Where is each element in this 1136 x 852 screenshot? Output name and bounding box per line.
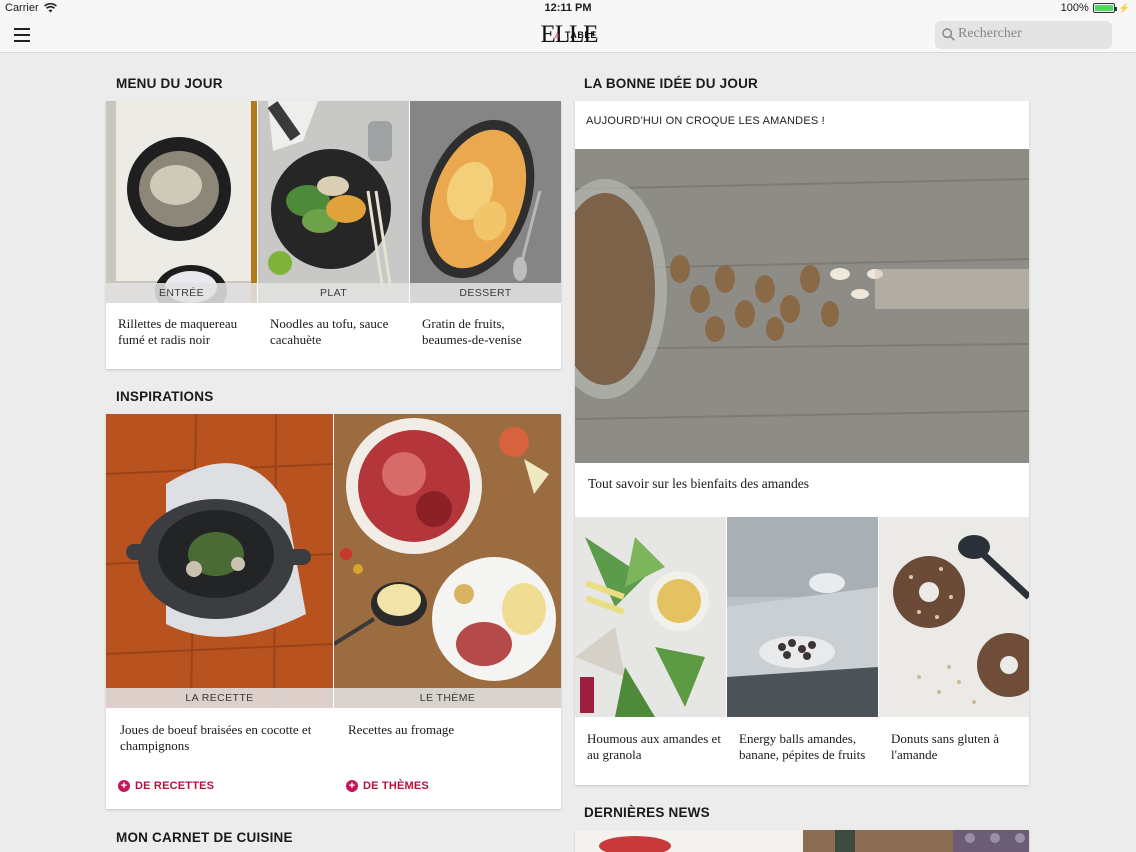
elle-a-table-logo[interactable]: ELLE à TABLE — [538, 21, 600, 48]
search-icon — [942, 28, 955, 41]
menu-du-jour-card: ENTRÉE Rillettes de maquereau fumé et ra… — [106, 101, 561, 369]
plus-circle-icon: + — [118, 780, 130, 792]
battery-level — [1094, 5, 1113, 11]
idee-item-energy-balls[interactable]: Energy balls amandes, banane, pépites de… — [727, 517, 878, 785]
more-recettes-link[interactable]: + DE RECETTES — [118, 780, 214, 792]
charging-icon: ⚡ — [1118, 2, 1130, 13]
recette-badge: LA RECETTE — [106, 688, 333, 708]
plat-caption: Noodles au tofu, sauce cacahuète — [270, 316, 389, 347]
recette-photo — [106, 414, 333, 708]
search-field[interactable] — [935, 21, 1112, 49]
more-recettes-label: DE RECETTES — [135, 780, 215, 792]
amandes-hero-photo — [575, 149, 1029, 463]
battery-percent: 100% — [1060, 2, 1089, 14]
inspiration-recette[interactable]: LA RECETTE Joues de boeuf braisées en co… — [106, 414, 333, 809]
logo-accent: à — [555, 31, 560, 40]
menu-item-plat[interactable]: PLAT Noodles au tofu, sauce cacahuète — [258, 101, 409, 369]
inspirations-title: INSPIRATIONS — [116, 389, 214, 404]
status-right: 100% ⚡ — [1061, 2, 1130, 14]
nav-bar: ELLE à TABLE — [0, 18, 1136, 53]
bonne-idee-card[interactable]: AUJOURD'HUI ON CROQUE LES AMANDES ! Tout… — [575, 101, 1029, 785]
theme-caption: Recettes au fromage — [348, 722, 455, 737]
dessert-photo — [410, 101, 561, 303]
plus-circle-icon: + — [346, 780, 358, 792]
news-title: DERNIÈRES NEWS — [584, 805, 710, 820]
dessert-caption: Gratin de fruits, beaumes-de-venise — [422, 316, 522, 347]
recette-caption: Joues de boeuf braisées en cocotte et ch… — [120, 722, 312, 753]
carnet-title: MON CARNET DE CUISINE — [116, 830, 293, 845]
battery-icon — [1092, 3, 1117, 13]
bonne-idee-title: LA BONNE IDÉE DU JOUR — [584, 76, 758, 91]
more-themes-label: DE THÈMES — [363, 780, 429, 792]
more-themes-link[interactable]: + DE THÈMES — [346, 780, 429, 792]
houmous-caption: Houmous aux amandes et au granola — [587, 731, 721, 762]
idee-item-donuts[interactable]: Donuts sans gluten à l'amande — [879, 517, 1029, 785]
inspiration-theme[interactable]: LE THÈME Recettes au fromage + DE THÈMES — [334, 414, 561, 809]
menu-du-jour-title: MENU DU JOUR — [116, 76, 223, 91]
theme-badge: LE THÈME — [334, 688, 561, 708]
search-input[interactable] — [958, 26, 1103, 42]
status-bar: Carrier 12:11 PM 100% ⚡ — [0, 0, 1136, 18]
plat-badge: PLAT — [258, 283, 409, 303]
entree-badge: ENTRÉE — [106, 283, 257, 303]
news-thumbnails — [575, 830, 1029, 852]
donuts-caption: Donuts sans gluten à l'amande — [891, 731, 999, 762]
entree-caption: Rillettes de maquereau fumé et radis noi… — [118, 316, 238, 347]
energy-balls-caption: Energy balls amandes, banane, pépites de… — [739, 731, 866, 762]
idee-item-houmous[interactable]: Houmous aux amandes et au granola — [575, 517, 726, 785]
inspirations-card: LA RECETTE Joues de boeuf braisées en co… — [106, 414, 561, 809]
donuts-photo — [879, 517, 1029, 717]
dessert-badge: DESSERT — [410, 283, 561, 303]
houmous-photo — [575, 517, 726, 717]
menu-item-entree[interactable]: ENTRÉE Rillettes de maquereau fumé et ra… — [106, 101, 257, 369]
energy-balls-photo — [727, 517, 878, 717]
clock: 12:11 PM — [544, 2, 592, 14]
logo-table: TABLE — [565, 30, 597, 40]
news-strip[interactable] — [575, 830, 1029, 852]
entree-photo — [106, 101, 257, 303]
bonne-idee-subtitle: AUJOURD'HUI ON CROQUE LES AMANDES ! — [586, 115, 825, 127]
menu-item-dessert[interactable]: DESSERT Gratin de fruits, beaumes-de-ven… — [410, 101, 561, 369]
hamburger-menu-icon[interactable] — [14, 28, 30, 42]
bonne-idee-headline[interactable]: Tout savoir sur les bienfaits des amande… — [588, 476, 1008, 492]
plat-photo — [258, 101, 409, 303]
theme-photo — [334, 414, 561, 708]
